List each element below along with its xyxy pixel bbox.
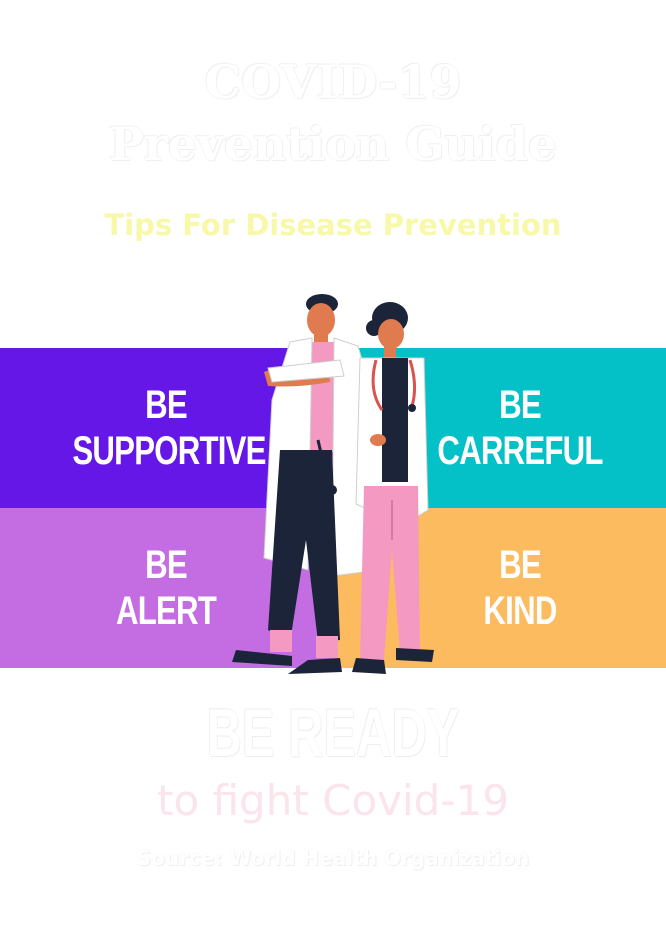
doctors-illustration-icon <box>232 294 434 674</box>
panel-label-careful: BE CARREFUL <box>437 383 603 473</box>
female-doctor-figure <box>352 302 434 674</box>
title-line-2: Prevention Guide <box>108 117 558 171</box>
fight-covid-text: to fight Covid-19 <box>157 776 509 825</box>
title-line-1: COVID-19 <box>204 55 462 109</box>
subtitle: Tips For Disease Prevention <box>104 208 562 242</box>
panel-label-kind: BE KIND <box>483 543 557 633</box>
source-text: Source: World Health Organization <box>136 846 530 870</box>
male-doctor-figure <box>232 294 369 674</box>
be-ready-heading: BE READY <box>206 695 460 771</box>
